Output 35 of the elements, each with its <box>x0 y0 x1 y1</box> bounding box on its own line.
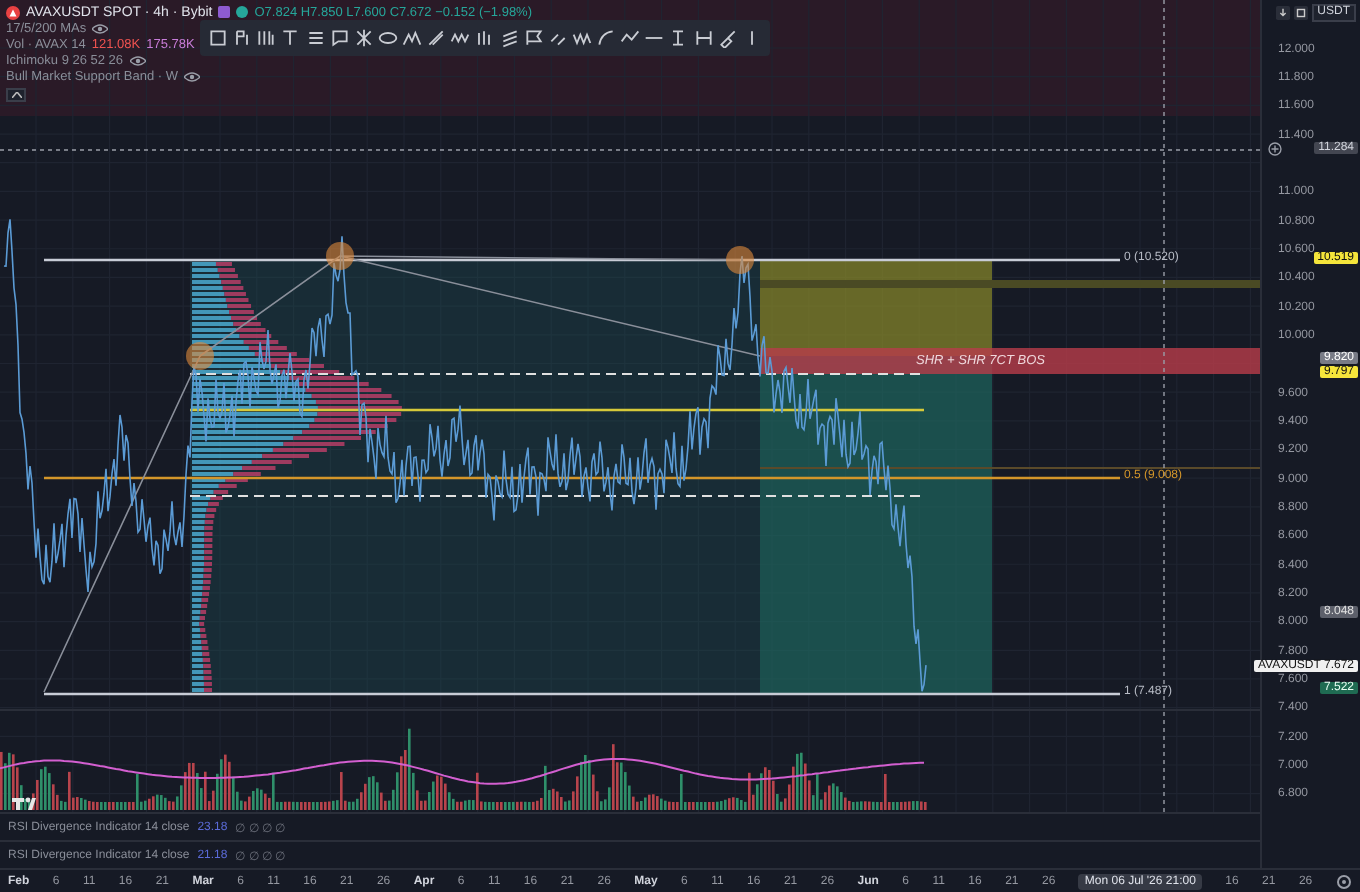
status-dot-icon <box>236 6 249 18</box>
curve-icon[interactable] <box>596 28 617 48</box>
pivot-marker <box>726 246 754 274</box>
slanted-lines-icon[interactable] <box>499 28 520 48</box>
logo-icon <box>12 797 36 810</box>
pivot-marker <box>326 242 354 270</box>
diagonal-lines-icon[interactable] <box>426 28 447 48</box>
peaks-icon[interactable] <box>402 28 423 48</box>
text-icon[interactable] <box>280 28 301 48</box>
settings-icon[interactable] <box>1335 873 1352 889</box>
vertical-lines-icon[interactable] <box>256 28 277 48</box>
eye-icon[interactable] <box>183 71 200 81</box>
double-slash-icon[interactable] <box>547 28 568 48</box>
pivot-marker <box>186 342 214 370</box>
eye-icon[interactable] <box>129 55 146 65</box>
text-cursor-icon[interactable] <box>668 28 689 48</box>
speech-bubble-icon[interactable] <box>329 28 350 48</box>
exchange-icon <box>218 6 231 18</box>
ruler-icon[interactable] <box>693 28 714 48</box>
eye-icon[interactable] <box>92 23 109 33</box>
brush-icon[interactable] <box>717 28 738 48</box>
flag-icon[interactable] <box>523 28 544 48</box>
bars-icon[interactable] <box>474 28 495 48</box>
trend-line-icon[interactable] <box>620 28 641 48</box>
zigzag-icon[interactable] <box>450 28 471 48</box>
plus-circle-icon[interactable] <box>1268 142 1282 156</box>
square-icon[interactable] <box>1293 6 1308 20</box>
wave-icon[interactable] <box>571 28 592 48</box>
crossed-lines-icon[interactable] <box>353 28 374 48</box>
horizontal-lines-icon[interactable] <box>305 28 326 48</box>
square-icon[interactable] <box>208 28 229 48</box>
coin-icon <box>6 5 20 19</box>
collapse-button[interactable] <box>6 88 26 102</box>
caret-icon <box>11 92 21 98</box>
download-icon[interactable] <box>1275 6 1290 20</box>
